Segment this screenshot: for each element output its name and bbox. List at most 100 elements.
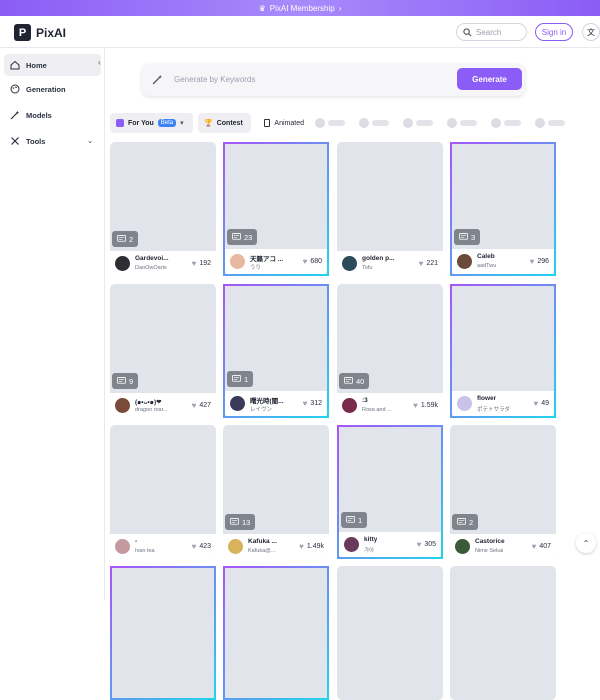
artwork-card[interactable]: golden p... Tofu ♥ 221 [337, 142, 443, 276]
tools-icon [11, 137, 19, 145]
artwork-title[interactable]: Kafuka ... [248, 538, 277, 545]
avatar[interactable] [230, 254, 245, 269]
avatar[interactable] [457, 396, 472, 411]
like-button[interactable]: ♥ 407 [532, 542, 551, 551]
like-button[interactable]: ♥ 305 [417, 540, 436, 549]
contest-label: Contest [216, 119, 243, 127]
tab-for-you[interactable]: For You Beta ▾ [110, 113, 193, 133]
artwork-card[interactable] [337, 566, 443, 700]
tab-animated[interactable]: Animated [258, 113, 310, 133]
comment-count: 13 [242, 517, 251, 527]
avatar[interactable] [115, 398, 130, 413]
avatar[interactable] [115, 539, 130, 554]
sign-in-button[interactable]: Sign in [535, 23, 573, 41]
artwork-card[interactable]: 2 Castorice Nime Sekai ♥ 407 [450, 425, 556, 559]
author-name[interactable]: Nime Sekai [475, 548, 503, 554]
artwork-info: kitty 가아 ♥ 305 [339, 532, 441, 557]
artwork-card[interactable]: 1 曙光時(闇... レイヴン ♥ 312 [223, 284, 329, 418]
sidebar-item-label: Models [26, 110, 52, 120]
author-name[interactable]: aadTwu [477, 263, 496, 269]
artwork-title[interactable]: 天籁アコ ... [250, 253, 283, 263]
artwork-title[interactable]: (๑•ᴗ•๑)❤ [135, 397, 162, 407]
sidebar-item-label: Generation [26, 84, 66, 94]
artwork-title[interactable]: Caleb [477, 253, 495, 260]
like-count: 1.59k [420, 402, 438, 409]
artwork-card[interactable]: 9 (๑•ᴗ•๑)❤ dragon roar... ♥ 427 [110, 284, 216, 418]
artwork-card[interactable]: 23 天籁アコ ... うり ♥ 680 [223, 142, 329, 276]
tab-contest[interactable]: 🏆 Contest [198, 113, 251, 133]
artwork-title[interactable]: :3 [362, 397, 368, 404]
translate-icon[interactable]: 文 [582, 23, 600, 41]
like-button[interactable]: ♥ 427 [192, 401, 211, 410]
artwork-card[interactable]: 2 Gardevoi... DaoOwOarts ♥ 192 [110, 142, 216, 276]
sidebar-item-home[interactable]: Home [4, 54, 101, 76]
collapse-sidebar-icon[interactable]: ‹ [98, 58, 108, 68]
author-name[interactable]: Ivan tea [135, 548, 155, 554]
author-name[interactable]: dragon roar... [135, 407, 168, 413]
avatar[interactable] [115, 256, 130, 271]
artwork-title[interactable]: Castorice [475, 538, 505, 545]
artwork-card[interactable]: 13 Kafuka ... Kafuka@... ♥ 1.49k [223, 425, 329, 559]
author-name[interactable]: 가아 [364, 546, 374, 554]
author-name[interactable]: レイヴン [250, 405, 272, 413]
heart-icon: ♥ [299, 542, 304, 551]
author-name[interactable]: うり [250, 263, 261, 271]
artwork-info: (๑•ᴗ•๑)❤ dragon roar... ♥ 427 [110, 393, 216, 418]
avatar[interactable] [342, 256, 357, 271]
author-name[interactable]: ポテトサラダ [477, 405, 510, 413]
artwork-title[interactable]: kitty [364, 536, 377, 543]
sidebar-item-tools[interactable]: Tools ⌄ [4, 130, 101, 152]
sidebar-item-models[interactable]: Models [4, 104, 101, 126]
like-button[interactable]: ♥ 221 [419, 259, 438, 268]
scroll-to-top-button[interactable]: ⌃ [576, 533, 596, 553]
heart-icon: ♥ [531, 542, 537, 551]
like-button[interactable]: ♥ 1.59k [413, 401, 438, 410]
avatar[interactable] [228, 539, 243, 554]
like-count: 49 [541, 400, 549, 407]
artwork-card[interactable]: 1 kitty 가아 ♥ 305 [337, 425, 443, 559]
artwork-card[interactable] [450, 566, 556, 700]
artwork-card[interactable] [223, 566, 329, 700]
artwork-card[interactable]: 40 :3 Rosa and ... ♥ 1.59k [337, 284, 443, 418]
author-name[interactable]: Rosa and ... [362, 407, 392, 413]
like-button[interactable]: ♥ 680 [303, 257, 322, 266]
search-input[interactable]: Search [456, 23, 527, 41]
comment-count-badge: 9 [112, 373, 139, 389]
avatar[interactable] [457, 254, 472, 269]
heart-icon: ♥ [191, 542, 197, 551]
heart-icon: ♥ [418, 259, 424, 268]
artwork-title[interactable]: - [135, 538, 137, 545]
comment-count-badge: 40 [339, 373, 370, 389]
artwork-card[interactable]: - Ivan tea ♥ 423 [110, 425, 216, 559]
generate-button[interactable]: Generate [457, 68, 522, 90]
artwork-title[interactable]: flower [477, 395, 496, 402]
sidebar-item-generation[interactable]: Generation [4, 78, 101, 100]
like-button[interactable]: ♥ 192 [192, 259, 211, 268]
artwork-title[interactable]: Gardevoi... [135, 255, 169, 262]
comment-count-badge: 13 [225, 514, 256, 530]
comment-count: 2 [129, 234, 134, 244]
avatar[interactable] [344, 537, 359, 552]
artwork-card[interactable]: flower ポテトサラダ ♥ 49 [450, 284, 556, 418]
avatar[interactable] [455, 539, 470, 554]
artwork-card[interactable] [110, 566, 216, 700]
like-button[interactable]: ♥ 312 [303, 399, 322, 408]
comment-icon [117, 235, 126, 242]
membership-banner[interactable]: ♛ PixAI Membership › [0, 0, 600, 16]
artwork-card[interactable]: 3 Caleb aadTwu ♥ 296 [450, 142, 556, 276]
like-button[interactable]: ♥ 1.49k [299, 542, 324, 551]
avatar[interactable] [342, 398, 357, 413]
generate-input[interactable]: Generate by Keywords [174, 75, 255, 84]
author-name[interactable]: DaoOwOarts [135, 265, 167, 271]
like-button[interactable]: ♥ 49 [533, 399, 549, 408]
artwork-info: Gardevoi... DaoOwOarts ♥ 192 [110, 251, 216, 276]
like-button[interactable]: ♥ 423 [192, 542, 211, 551]
author-name[interactable]: Tofu [362, 265, 372, 271]
artwork-title[interactable]: 曙光時(闇... [250, 395, 284, 405]
logo[interactable]: P PixAI [14, 24, 66, 41]
like-button[interactable]: ♥ 296 [530, 257, 549, 266]
artwork-title[interactable]: golden p... [362, 255, 395, 262]
avatar[interactable] [230, 396, 245, 411]
author-name[interactable]: Kafuka@... [248, 548, 275, 554]
chevron-down-icon: ▾ [180, 120, 184, 127]
